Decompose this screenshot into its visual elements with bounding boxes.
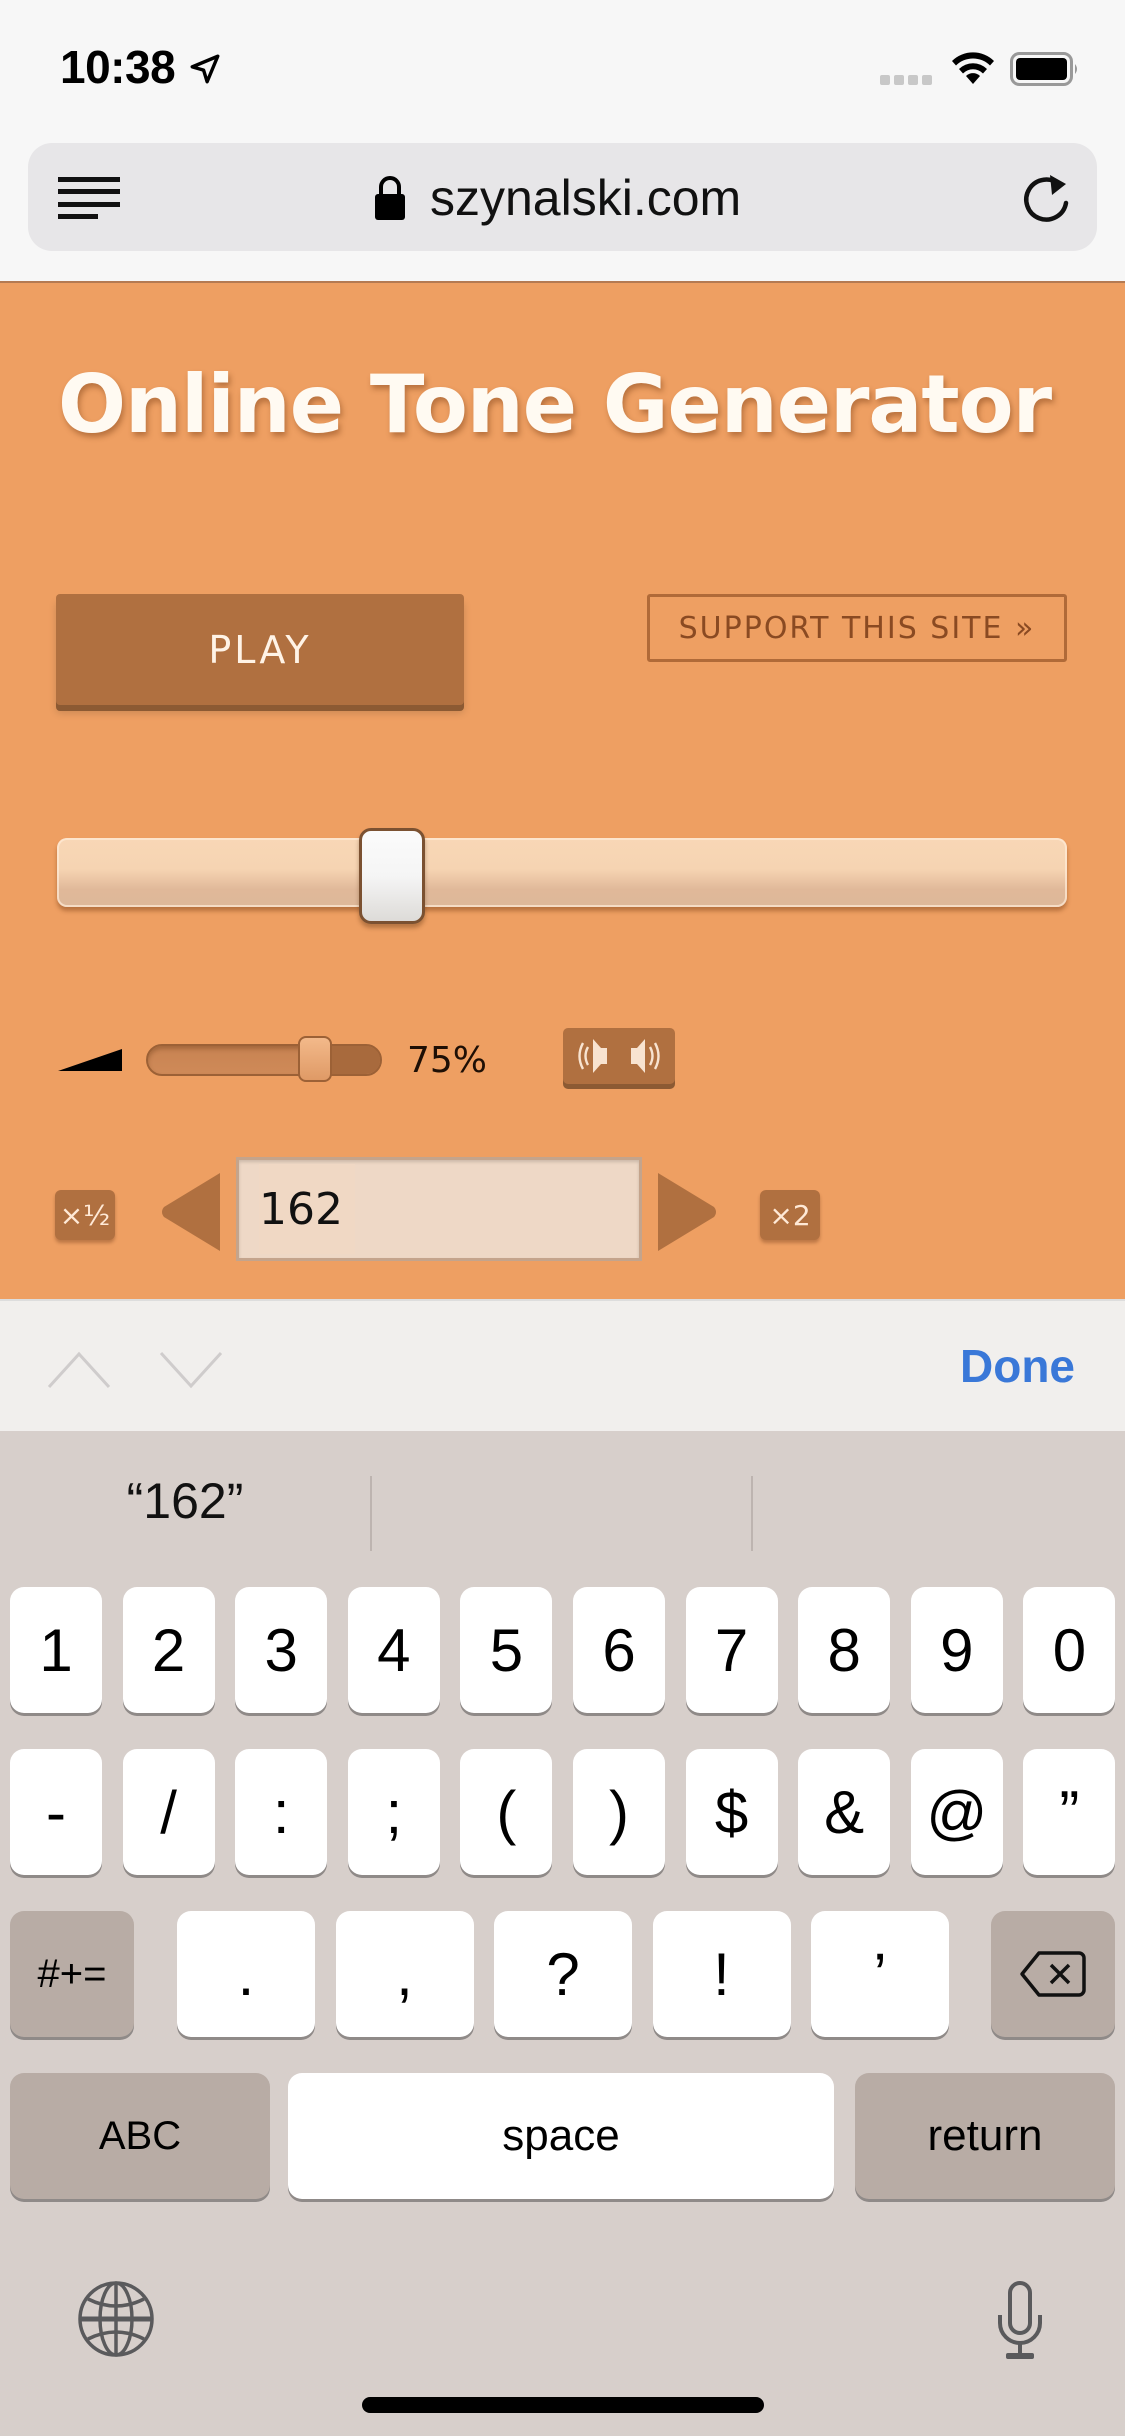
frequency-slider-track[interactable] <box>57 838 1067 907</box>
suggestion-item[interactable]: “162” <box>0 1431 370 1571</box>
location-arrow-icon <box>190 54 220 84</box>
stereo-speakers-icon <box>578 1039 660 1073</box>
suggestion-item[interactable] <box>753 1431 1123 1571</box>
decrease-frequency-arrow[interactable] <box>160 1171 222 1253</box>
key[interactable]: $ <box>685 1749 778 1875</box>
chevron-down-icon[interactable] <box>158 1351 224 1389</box>
key[interactable]: ! <box>652 1911 791 2037</box>
tone-generator-page: Online Tone Generator PLAY SUPPORT THIS … <box>0 283 1125 1299</box>
backspace-icon <box>1020 1951 1086 1997</box>
address-bar[interactable]: szynalski.com <box>28 143 1097 251</box>
stereo-balance-button[interactable] <box>563 1028 675 1084</box>
signal-icon <box>880 75 932 85</box>
url-text[interactable]: szynalski.com <box>430 169 741 227</box>
symbols-toggle-key[interactable]: #+= <box>10 1911 134 2037</box>
home-indicator[interactable] <box>362 2397 764 2413</box>
microphone-icon[interactable] <box>996 2281 1044 2361</box>
wifi-icon <box>952 52 994 84</box>
space-key[interactable]: space <box>288 2073 834 2199</box>
key[interactable]: ( <box>460 1749 553 1875</box>
status-time: 10:38 <box>60 41 176 93</box>
abc-key[interactable]: ABC <box>10 2073 270 2199</box>
volume-percent: 75% <box>407 1040 488 1081</box>
key[interactable]: 1 <box>10 1587 102 1713</box>
key[interactable]: @ <box>910 1749 1003 1875</box>
halve-frequency-button[interactable]: ×½ <box>55 1190 115 1240</box>
key[interactable]: 3 <box>235 1587 328 1713</box>
frequency-value: 162 <box>259 1183 343 1235</box>
volume-slider[interactable] <box>146 1036 382 1082</box>
key[interactable]: 7 <box>685 1587 778 1713</box>
battery-icon <box>1010 52 1077 86</box>
volume-slider-track[interactable] <box>146 1044 382 1076</box>
play-button[interactable]: PLAY <box>56 594 464 705</box>
menu-icon[interactable] <box>58 177 120 219</box>
return-key[interactable]: return <box>855 2073 1115 2199</box>
key[interactable]: 8 <box>798 1587 891 1713</box>
key[interactable]: ” <box>1023 1749 1116 1875</box>
key[interactable]: 6 <box>573 1587 665 1713</box>
key[interactable]: 9 <box>910 1587 1003 1713</box>
frequency-slider-thumb[interactable] <box>359 828 426 924</box>
support-site-button[interactable]: SUPPORT THIS SITE » <box>647 594 1067 662</box>
key[interactable]: - <box>10 1749 102 1875</box>
key[interactable]: / <box>122 1749 215 1875</box>
frequency-input[interactable]: 162 <box>236 1157 642 1261</box>
keyboard-accessory-bar: Done <box>0 1299 1125 1431</box>
status-bar: 10:38 <box>0 0 1125 140</box>
done-button[interactable]: Done <box>960 1339 1075 1393</box>
page-title: Online Tone Generator <box>58 358 1052 451</box>
delete-key[interactable] <box>991 1911 1115 2037</box>
key[interactable]: 5 <box>460 1587 553 1713</box>
key[interactable]: ) <box>573 1749 665 1875</box>
key[interactable]: 4 <box>347 1587 440 1713</box>
key[interactable]: , <box>335 1911 474 2037</box>
volume-icon <box>58 1049 122 1071</box>
suggestion-item[interactable] <box>372 1431 742 1571</box>
chevron-up-icon[interactable] <box>46 1351 112 1389</box>
key[interactable]: ; <box>347 1749 440 1875</box>
globe-icon[interactable] <box>76 2279 156 2359</box>
key[interactable]: . <box>177 1911 315 2037</box>
frequency-slider[interactable] <box>57 828 1067 924</box>
key[interactable]: ? <box>494 1911 632 2037</box>
key[interactable]: 0 <box>1023 1587 1116 1713</box>
increase-frequency-arrow[interactable] <box>656 1171 718 1253</box>
double-frequency-button[interactable]: ×2 <box>760 1190 820 1240</box>
suggestion-bar: “162” <box>0 1431 1125 1571</box>
volume-slider-thumb[interactable] <box>297 1036 332 1082</box>
reload-icon[interactable] <box>1020 171 1076 227</box>
key[interactable]: : <box>235 1749 328 1875</box>
key[interactable]: 2 <box>122 1587 215 1713</box>
key[interactable]: ’ <box>811 1911 949 2037</box>
lock-icon <box>375 176 405 220</box>
keyboard: “162” 1234567890 - /:;() $ & @” #+= .,?!’ AB… <box>0 1431 1125 2436</box>
key[interactable]: & <box>798 1749 891 1875</box>
